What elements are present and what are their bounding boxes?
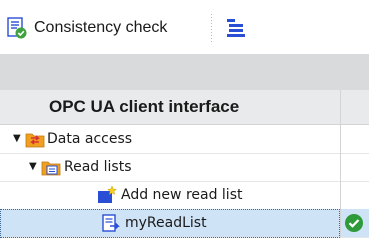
tree-item-label: Data access <box>47 131 133 147</box>
consistency-check-icon <box>7 17 27 39</box>
data-access-folder-icon <box>25 133 45 148</box>
panel-title: OPC UA client interface <box>49 97 240 116</box>
expand-arrow-icon[interactable]: ▼ <box>13 134 23 144</box>
panel-title-bar: OPC UA client interface <box>0 90 340 125</box>
status-cell <box>340 181 369 210</box>
status-ok-icon <box>345 214 363 232</box>
tree-item-label: Add new read list <box>121 187 243 203</box>
tree-item-label: myReadList <box>125 215 207 231</box>
tree-item-label: Read lists <box>64 159 132 175</box>
header-band <box>0 54 369 90</box>
status-column-header <box>340 90 369 125</box>
status-cell <box>340 153 369 182</box>
tree-item-data-access[interactable]: ▼ Data access <box>0 125 340 154</box>
toolbar: Consistency check <box>0 0 369 54</box>
list-view-icon[interactable] <box>225 16 249 40</box>
tree-item-add-new-read-list[interactable]: Add new read list <box>0 181 340 210</box>
expand-arrow-icon[interactable]: ▼ <box>29 162 39 172</box>
read-list-icon <box>102 214 120 232</box>
consistency-check-label: Consistency check <box>34 19 168 36</box>
read-lists-folder-icon <box>41 161 61 176</box>
tree-item-myreadlist[interactable]: myReadList <box>0 209 340 238</box>
status-cell <box>340 125 369 154</box>
toolbar-separator <box>211 14 212 42</box>
consistency-check-button[interactable]: Consistency check <box>6 16 167 40</box>
add-new-icon <box>98 185 117 203</box>
tree-item-read-lists[interactable]: ▼ Read lists <box>0 153 340 182</box>
